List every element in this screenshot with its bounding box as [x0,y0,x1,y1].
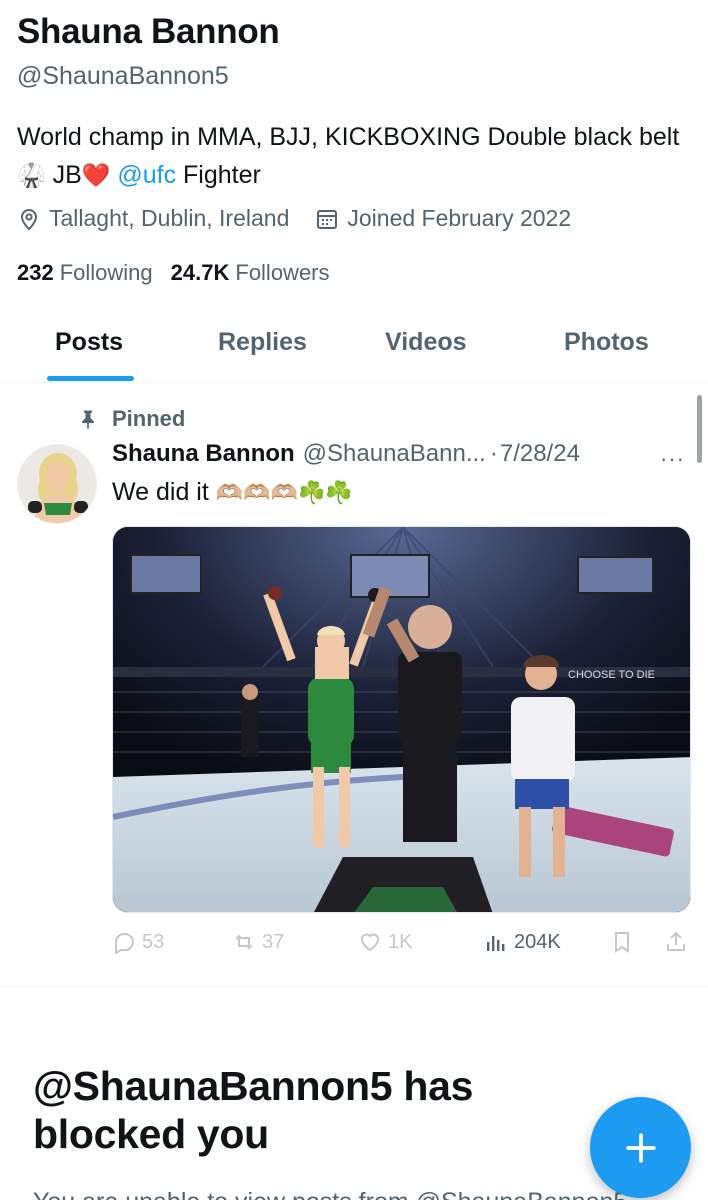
post-text-body: We did it [112,478,209,506]
tab-photos[interactable]: Photos [564,328,649,357]
post-author-handle[interactable]: @ShaunaBann... [303,440,486,468]
repost-button[interactable]: 37 [232,930,284,954]
views-count: 204K [514,930,561,953]
views-icon [487,936,505,951]
profile-counts: 232 Following 24.7K Followers [17,260,330,286]
avatar-image [18,445,96,523]
profile-joined: Joined February 2022 [315,205,571,232]
post-header: Shauna Bannon @ShaunaBann... · 7/28/24 [112,440,580,468]
reply-icon [115,932,134,954]
tab-videos[interactable]: Videos [385,328,467,357]
bio-text: JB [45,161,82,189]
followers-count: 24.7K [170,260,230,285]
blocked-title: @ShaunaBannon5 has blocked you [33,1063,474,1157]
pinned-post[interactable]: Pinned Shauna Bannon @ShaunaBann... · 7/… [0,384,708,987]
profile-tabs: Posts Replies Videos Photos [0,310,708,383]
scrollbar[interactable] [697,395,702,463]
like-button[interactable]: 1K [358,930,412,954]
compose-post-button[interactable] [590,1097,691,1198]
following-count: 232 [17,260,54,285]
tab-posts[interactable]: Posts [55,328,123,357]
avatar[interactable] [17,444,97,524]
bio-text: Fighter [176,161,261,189]
location-text: Tallaght, Dublin, Ireland [49,205,290,231]
post-author-name[interactable]: Shauna Bannon [112,440,295,468]
tab-replies[interactable]: Replies [218,328,307,357]
post-date[interactable]: 7/28/24 [500,440,580,468]
following-link[interactable]: 232 Following [17,260,153,286]
bio-mention-link[interactable]: @ufc [117,161,176,189]
joined-text: Joined February 2022 [347,205,572,231]
followers-link[interactable]: 24.7K Followers [171,260,330,286]
pin-icon [82,410,94,429]
followers-label: Followers [235,260,330,285]
reply-button[interactable]: 53 [112,930,164,954]
share-button[interactable] [664,930,694,954]
views-button[interactable]: 204K [484,930,561,954]
profile-name: Shauna Bannon [17,12,280,51]
post-text-emojis: 🫶🏼🫶🏼🫶🏼☘️☘️ [215,480,353,505]
repost-icon [235,934,253,950]
calendar-icon [317,209,338,229]
post-separator: · [489,440,498,467]
profile-meta: Tallaght, Dublin, Ireland Joined Februar… [17,205,571,232]
bookmark-button[interactable] [610,930,640,954]
blocked-subtitle: You are unable to view posts from @Shaun… [33,1188,627,1200]
post-media-photo[interactable]: CHOOSE TO DIE [112,526,691,913]
bio-text: World champ in MMA, BJJ, KICKBOXING Doub… [17,123,680,151]
more-options-icon[interactable]: ··· [660,446,685,472]
plus-icon [625,1132,656,1163]
like-count: 1K [388,930,413,953]
profile-bio: World champ in MMA, BJJ, KICKBOXING Doub… [17,118,687,194]
bio-emoji-martial-arts: 🥋 [17,162,46,188]
active-tab-indicator [47,376,134,381]
profile-handle: @ShaunaBannon5 [17,62,229,90]
media-signage-text: CHOOSE TO DIE [568,669,655,681]
bookmark-icon [615,932,629,953]
heart-icon [360,933,380,952]
reply-count: 53 [142,930,165,953]
bio-emoji-heart: ❤️ [81,162,111,188]
post-actions: 53 37 1K 204K [112,924,692,958]
following-label: Following [59,260,153,285]
profile-location: Tallaght, Dublin, Ireland [17,205,289,232]
post-text: We did it 🫶🏼🫶🏼🫶🏼☘️☘️ [112,478,353,507]
pinned-label: Pinned [78,406,185,432]
map-pin-icon [20,208,38,230]
repost-count: 37 [262,930,285,953]
post-photo: CHOOSE TO DIE [113,527,690,912]
pinned-text: Pinned [112,406,186,431]
share-icon [667,931,685,951]
